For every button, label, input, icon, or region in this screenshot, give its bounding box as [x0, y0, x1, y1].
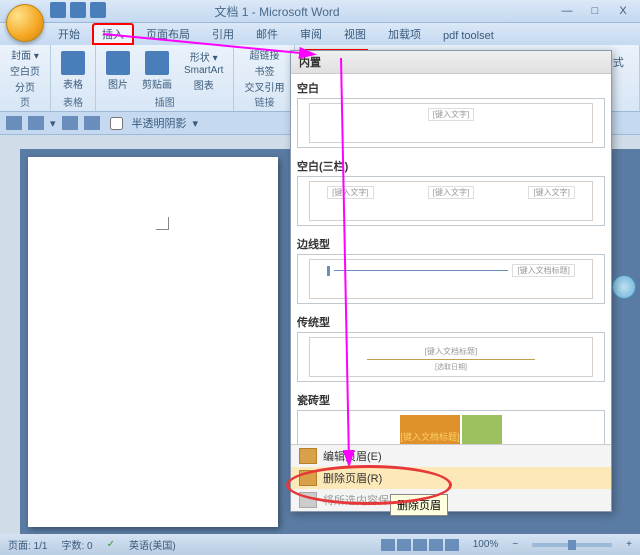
- aux-icon-1[interactable]: [6, 116, 22, 130]
- save-gallery-icon: [299, 492, 317, 508]
- tooltip: 删除页眉: [390, 494, 448, 516]
- status-bar: 页面: 1/1 字数: 0 ✓ 英语(美国) 100% − +: [0, 534, 640, 555]
- shapes-button[interactable]: 形状 ▾: [190, 49, 218, 64]
- qat-save-icon[interactable]: [50, 2, 66, 18]
- tab-review[interactable]: 审阅: [290, 23, 332, 45]
- view-outline-icon[interactable]: [429, 539, 443, 551]
- blank-page-button[interactable]: 空白页: [10, 63, 40, 78]
- preset-border-title: 边线型: [297, 232, 605, 254]
- minimize-button[interactable]: —: [554, 3, 580, 19]
- tab-start[interactable]: 开始: [48, 23, 90, 45]
- close-button[interactable]: X: [610, 3, 636, 19]
- edit-header-item[interactable]: 编辑页眉(E): [291, 445, 611, 467]
- bookmark-button[interactable]: 书签: [254, 63, 274, 78]
- aux-icon-4[interactable]: [84, 116, 100, 130]
- view-print-icon[interactable]: [381, 539, 395, 551]
- tab-mailings[interactable]: 邮件: [246, 23, 288, 45]
- group-label-pages: 页: [6, 94, 44, 109]
- table-icon: [61, 51, 85, 75]
- view-draft-icon[interactable]: [445, 539, 459, 551]
- tab-references[interactable]: 引用: [202, 23, 244, 45]
- view-web-icon[interactable]: [413, 539, 427, 551]
- status-page[interactable]: 页面: 1/1: [8, 537, 47, 552]
- header-gallery-dropdown: 内置 空白 [键入文字] 空白(三栏) [键入文字][键入文字][键入文字] 边…: [290, 50, 612, 512]
- document-page[interactable]: [28, 157, 278, 527]
- aux-icon-3[interactable]: [62, 116, 78, 130]
- picture-icon: [106, 51, 130, 75]
- crossref-button[interactable]: 交叉引用: [244, 79, 284, 94]
- preset-brick-title: 瓷砖型: [297, 388, 605, 410]
- preset-blank[interactable]: [键入文字]: [297, 98, 605, 148]
- group-label-illustrations: 插图: [102, 94, 227, 109]
- qat-undo-icon[interactable]: [70, 2, 86, 18]
- tab-addins[interactable]: 加载项: [378, 23, 431, 45]
- opacity-label: 半透明阴影: [132, 115, 187, 131]
- preset-threecolumn-title: 空白(三栏): [297, 154, 605, 176]
- aux-icon-2[interactable]: [28, 116, 44, 130]
- cover-page-button[interactable]: 封面 ▾: [11, 47, 39, 62]
- preset-border[interactable]: [键入文档标题]: [297, 254, 605, 304]
- preset-three-column[interactable]: [键入文字][键入文字][键入文字]: [297, 176, 605, 226]
- opacity-checkbox[interactable]: [110, 117, 123, 130]
- zoom-slider[interactable]: [532, 543, 612, 547]
- office-button[interactable]: [6, 4, 44, 42]
- preset-brick[interactable]: [键入文档标题]: [297, 410, 605, 444]
- maximize-button[interactable]: □: [582, 3, 608, 19]
- remove-icon: [299, 470, 317, 486]
- help-balloon-icon[interactable]: [612, 275, 636, 299]
- table-button[interactable]: 表格: [63, 76, 83, 91]
- smartart-button[interactable]: SmartArt: [184, 65, 223, 76]
- hyperlink-button[interactable]: 超链接: [249, 47, 279, 62]
- view-full-icon[interactable]: [397, 539, 411, 551]
- tab-view[interactable]: 视图: [334, 23, 376, 45]
- zoom-out-button[interactable]: −: [512, 539, 518, 550]
- group-label-tables: 表格: [57, 94, 89, 109]
- save-to-gallery-item[interactable]: 将所选内容保存到页眉: [291, 489, 611, 511]
- preset-traditional[interactable]: [键入文档标题][选取日期]: [297, 332, 605, 382]
- preset-traditional-title: 传统型: [297, 310, 605, 332]
- tab-insert[interactable]: 插入: [92, 23, 134, 45]
- preset-blank-title: 空白: [297, 76, 605, 98]
- clipart-icon: [145, 51, 169, 75]
- zoom-level[interactable]: 100%: [473, 539, 499, 550]
- tab-layout[interactable]: 页面布局: [136, 23, 200, 45]
- status-language[interactable]: 英语(美国): [129, 537, 176, 552]
- chart-button[interactable]: 图表: [194, 77, 214, 92]
- edit-icon: [299, 448, 317, 464]
- vertical-ruler[interactable]: [0, 135, 20, 535]
- page-margin-marker: [156, 217, 169, 230]
- picture-button[interactable]: 图片: [108, 76, 128, 91]
- zoom-in-button[interactable]: +: [626, 539, 632, 550]
- status-words[interactable]: 字数: 0: [61, 537, 92, 552]
- remove-header-item[interactable]: 删除页眉(R): [291, 467, 611, 489]
- group-label-links: 链接: [240, 94, 288, 109]
- gallery-builtin-header: 内置: [291, 51, 611, 74]
- clipart-button[interactable]: 剪贴画: [142, 76, 172, 91]
- tab-pdf[interactable]: pdf toolset: [433, 27, 504, 45]
- qat-redo-icon[interactable]: [90, 2, 106, 18]
- page-break-button[interactable]: 分页: [15, 79, 35, 94]
